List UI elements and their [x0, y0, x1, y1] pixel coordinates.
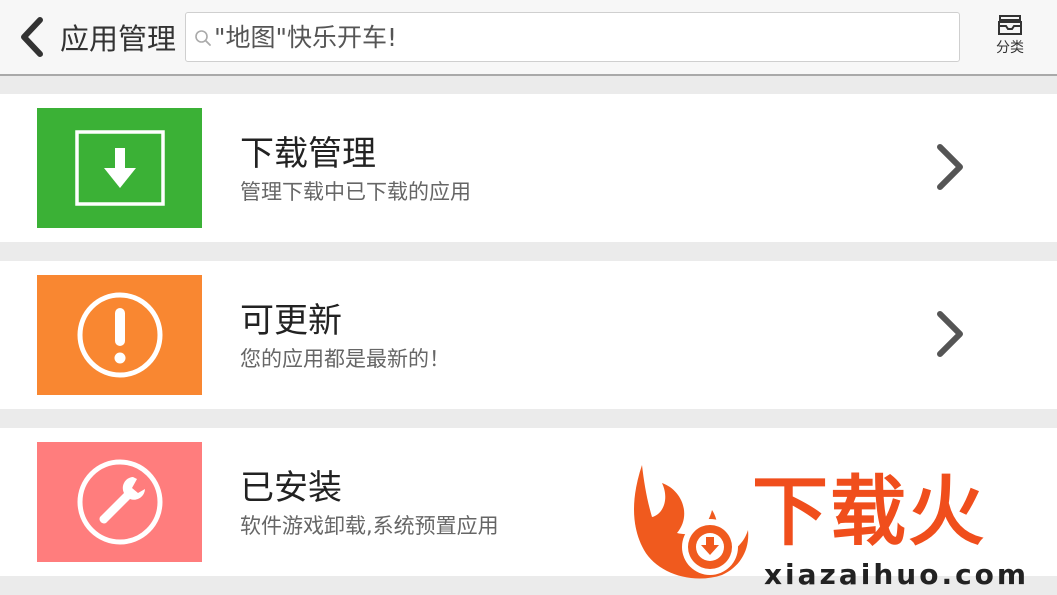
list-item-updates[interactable]: 可更新 您的应用都是最新的！ [0, 261, 1057, 409]
category-label: 分类 [996, 40, 1024, 56]
update-tile [37, 275, 202, 395]
back-button[interactable] [14, 14, 50, 60]
page-title: 应用管理 [60, 22, 177, 56]
category-button[interactable]: 分类 [985, 14, 1035, 60]
flame-logo-icon [634, 465, 749, 579]
wrench-icon [77, 459, 162, 545]
watermark-url: xiazaihuo.com [764, 558, 1030, 591]
download-tile [37, 108, 202, 228]
item-title: 已安装 [240, 468, 342, 508]
category-icon [998, 15, 1022, 35]
exclamation-icon [77, 292, 162, 378]
item-title: 下载管理 [240, 134, 376, 174]
chevron-right-icon [937, 311, 963, 357]
list-item-download-manager[interactable]: 下载管理 管理下载中已下载的应用 [0, 94, 1057, 242]
item-title: 可更新 [240, 301, 342, 341]
download-icon [74, 130, 165, 206]
item-subtitle: 管理下载中已下载的应用 [240, 180, 471, 204]
top-bar: 应用管理 "地图"快乐开车! 分类 [0, 0, 1057, 76]
item-subtitle: 软件游戏卸载,系统预置应用 [240, 514, 499, 538]
item-subtitle: 您的应用都是最新的！ [240, 347, 450, 371]
installed-tile [37, 442, 202, 562]
watermark-brand: 下载火 [752, 467, 986, 556]
back-arrow-icon [21, 17, 43, 57]
search-placeholder: "地图"快乐开车! [214, 23, 398, 52]
chevron-right-icon [937, 144, 963, 190]
search-icon [195, 30, 211, 46]
search-input[interactable]: "地图"快乐开车! [185, 12, 960, 62]
watermark-logo: 下载火 xiazaihuo.com [622, 455, 1054, 593]
